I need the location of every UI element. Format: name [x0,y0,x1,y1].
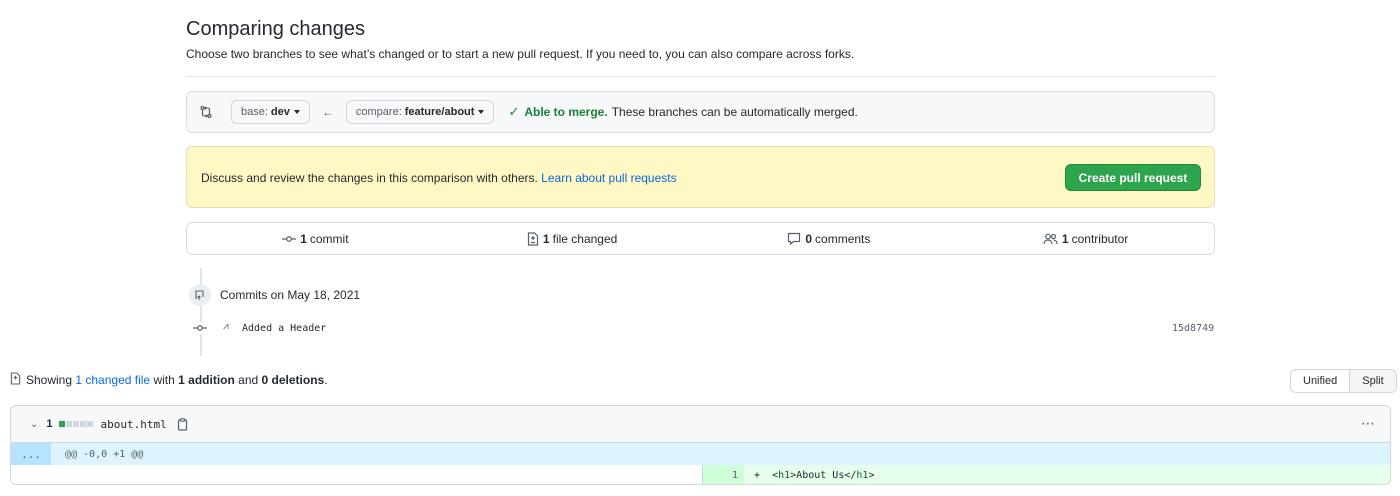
commit-sha-link[interactable]: 15d8749 [1172,323,1214,334]
diffstat-neutral-block [79,421,86,427]
merge-status: ✓ Able to merge. These branches can be a… [508,104,857,120]
branch-range-editor: base: dev ← compare: feature/about ✓ Abl… [186,91,1215,133]
chevron-down-icon[interactable]: ⌄ [30,419,38,430]
base-branch-name: dev [270,106,290,118]
diff-view-toggle: Unified Split [1290,369,1397,393]
merge-able-label: Able to merge. [524,105,608,119]
comments-tab[interactable]: 0 comments [701,232,958,246]
divider [186,76,1215,77]
compare-branch-name: feature/about [404,106,475,118]
caret-down-icon [293,110,300,114]
split-view-button[interactable]: Split [1349,370,1396,392]
discuss-flash-banner: Discuss and review the changes in this c… [186,146,1215,208]
diff-line-addition: 1 + < h1 >About Us</h1 > [11,465,1390,484]
additions-count: 1 addition [178,373,235,387]
code-tag-close: h1 [856,469,869,481]
compare-prefix: compare: [355,106,402,118]
check-icon: ✓ [508,104,520,119]
code-content: >About Us</ [790,469,857,481]
unified-view-button[interactable]: Unified [1291,370,1349,392]
expand-hunk-button[interactable]: ... [11,443,51,465]
file-diff-icon [10,372,21,388]
diffstat-neutral-block [72,421,79,427]
files-count: 1 [542,231,550,246]
contributors-label: contributor [1071,231,1129,246]
learn-about-pull-requests-link[interactable]: Learn about pull requests [541,171,676,185]
page-subtitle: Choose two branches to see what’s change… [186,47,855,61]
caret-down-icon [478,110,485,114]
period-text: . [324,373,328,387]
repo-push-icon [189,284,211,306]
left-empty-side [11,465,702,484]
contributors-count: 1 [1061,231,1069,246]
file-header: ⌄ 1 about.html ⋯ [11,406,1390,443]
copy-icon[interactable] [177,417,188,431]
diffstat-neutral-block [65,421,72,427]
flash-message: Discuss and review the changes in this c… [201,171,677,185]
commits-group-label: Commits on May 18, 2021 [220,288,361,302]
git-commit-icon [282,235,297,242]
comparison-summary: 1 commit 1 file changed 0 comments 1 con… [186,222,1215,255]
commits-count: 1 [300,231,307,246]
code-tag-open: h1 [778,469,791,481]
file-name-link[interactable]: about.html [101,418,167,431]
contributors-tab[interactable]: 1 contributor [957,232,1214,246]
base-branch-select[interactable]: base: dev [231,100,310,124]
commits-label: commit [309,231,349,246]
code-line: + < h1 >About Us</h1 > [744,465,1390,484]
git-commit-icon [192,322,208,334]
base-prefix: base: [241,106,268,118]
showing-text: Showing [26,373,73,387]
hunk-header-row: ... @@ -0,0 +1 @@ [11,443,1390,465]
comment-icon [788,232,801,245]
file-diff-icon [527,231,539,246]
comments-label: comments [815,231,871,246]
create-pull-request-button[interactable]: Create pull request [1065,164,1201,191]
line-number[interactable]: 1 [702,465,744,484]
hunk-header-text: @@ -0,0 +1 @@ [65,448,144,460]
timeline-line [200,268,202,356]
diff-summary: Showing 1 changed file with 1 addition a… [10,372,328,388]
commits-tab[interactable]: 1 commit [187,232,444,246]
files-label: file changed [552,231,618,246]
diffstat-bar [58,421,93,427]
comments-count: 0 [805,231,813,246]
avatar[interactable]: ⩘ [223,321,229,332]
changed-files-link[interactable]: 1 changed file [75,373,150,387]
and-text: and [238,373,259,387]
arrow-left-icon: ← [321,105,334,119]
diffstat-neutral-block [86,421,93,427]
files-changed-tab[interactable]: 1 file changed [444,232,701,246]
diff-sign: + [754,469,761,481]
hunk-header: @@ -0,0 +1 @@ [53,443,1390,465]
commit-message-link[interactable]: Added a Header [242,323,326,334]
git-compare-icon[interactable] [199,104,215,120]
code-suffix: > [868,469,875,481]
people-icon [1043,233,1058,244]
file-change-count: 1 [46,418,53,430]
deletions-count: 0 deletions [261,373,325,387]
page-title: Comparing changes [186,18,365,40]
flash-text: Discuss and review the changes in this c… [201,171,538,185]
kebab-horizontal-icon[interactable]: ⋯ [1361,415,1376,432]
with-text: with [153,373,175,387]
diffstat-add-block [58,421,65,427]
merge-status-text: These branches can be automatically merg… [611,105,858,119]
file-diff: ⌄ 1 about.html ⋯ ... @@ -0,0 +1 @@ 1 + <… [10,405,1391,485]
compare-branch-select[interactable]: compare: feature/about [345,100,495,124]
